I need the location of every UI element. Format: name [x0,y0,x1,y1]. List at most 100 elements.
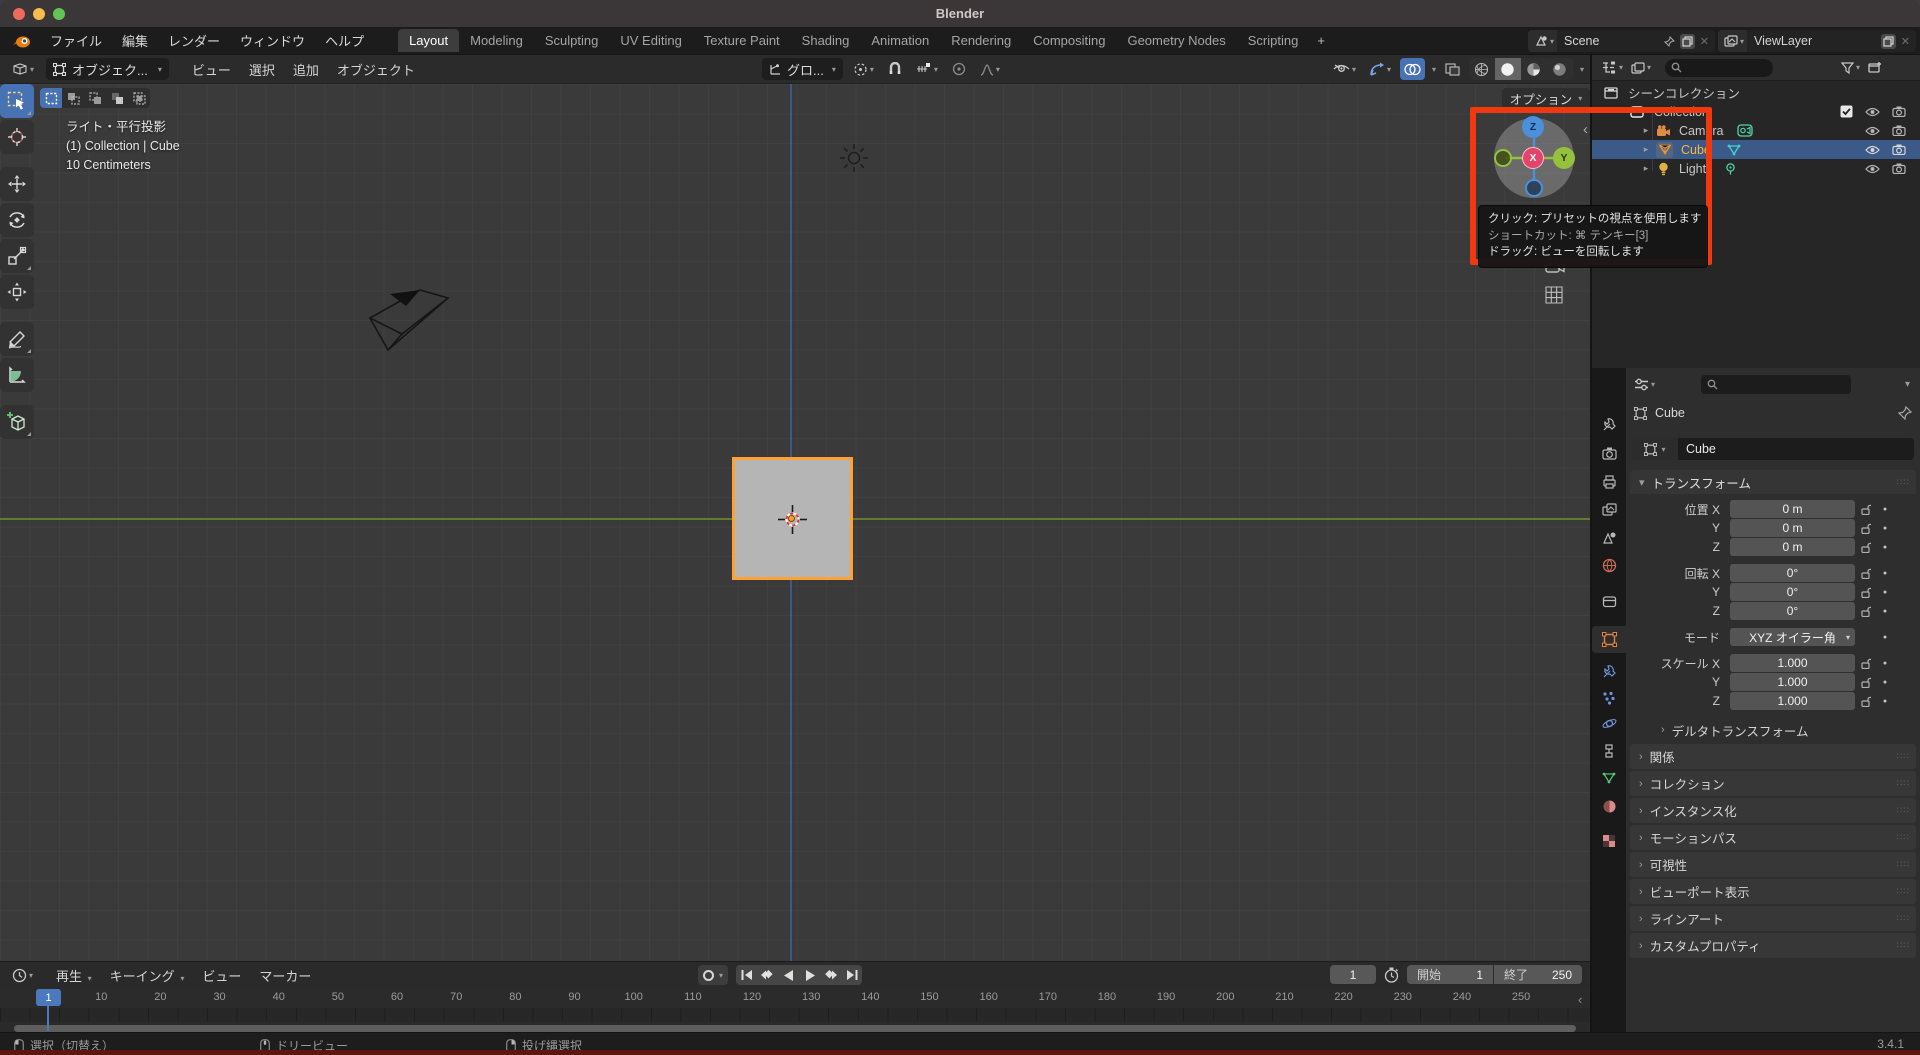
animate-dot-icon[interactable]: ● [1877,660,1893,667]
location-z-input[interactable]: 0 m [1730,538,1855,556]
tab-animation[interactable]: Animation [860,29,940,52]
breadcrumb-object-name[interactable]: Cube [1655,406,1685,420]
current-frame-input[interactable]: 1 [1330,965,1376,984]
timeline-track-area[interactable] [0,1008,1590,1022]
eye-icon[interactable] [1865,145,1880,155]
scene-collection-label[interactable]: シーンコレクション [1628,83,1740,102]
rotation-z-input[interactable]: 0° [1730,602,1855,620]
scale-y-input[interactable]: 1.000 [1730,673,1855,691]
viewlayer-selector[interactable]: ▾ ViewLayer ✕ [1718,30,1916,52]
tab-texture-paint[interactable]: Texture Paint [693,29,791,52]
menu-keying[interactable]: キーイング ▾ [101,963,194,988]
lock-icon[interactable] [1855,677,1877,688]
animate-dot-icon[interactable]: ● [1877,634,1893,641]
prev-keyframe-button[interactable] [757,965,778,985]
xray-toggle-button[interactable] [1441,58,1464,80]
scene-icon[interactable]: ▾ [1528,30,1558,52]
playhead[interactable]: 1 [36,989,61,1006]
location-y-input[interactable]: 0 m [1730,519,1855,537]
timeline-ruler[interactable]: 1102030405060708090100110120130140150160… [0,988,1590,1008]
transform-orientation-selector[interactable]: グロ... ▾ [762,58,843,80]
panel-relations[interactable]: › 関係 ∷∷ [1630,744,1916,769]
eye-icon[interactable] [1865,107,1880,117]
tab-sculpting[interactable]: Sculpting [534,29,609,52]
tool-measure[interactable] [0,358,34,392]
menu-add[interactable]: 追加 [284,57,328,82]
tab-rendering[interactable]: Rendering [940,29,1022,52]
grid-ortho-icon[interactable] [1545,286,1563,304]
lock-icon[interactable] [1855,504,1877,515]
new-scene-icon[interactable] [1679,33,1695,49]
frame-start-input[interactable]: 開始 1 [1407,965,1493,984]
jump-to-start-button[interactable] [736,965,757,985]
new-collection-button[interactable] [1864,57,1886,79]
animate-dot-icon[interactable]: ● [1877,589,1893,596]
pin-icon[interactable] [1898,406,1912,420]
checkbox-icon[interactable] [1840,105,1853,118]
panel-collections[interactable]: › コレクション ∷∷ [1630,771,1916,796]
next-keyframe-button[interactable] [820,965,841,985]
select-mode-extend-button[interactable] [62,88,84,108]
select-mode-intersect-button[interactable] [128,88,150,108]
animate-dot-icon[interactable]: ● [1877,608,1893,615]
tool-scale[interactable] [0,239,34,273]
animate-dot-icon[interactable]: ● [1877,679,1893,686]
playhead-line[interactable] [47,1006,49,1031]
transform-panel-header[interactable]: ▾ トランスフォーム ∷∷ [1630,470,1916,494]
editor-type-button[interactable]: ▾ [8,58,38,80]
tab-world[interactable] [1592,552,1626,579]
menu-help[interactable]: ヘルプ [315,28,374,53]
panel-line-art[interactable]: › ラインアート ∷∷ [1630,906,1916,931]
select-mode-invert-button[interactable] [106,88,128,108]
render-camera-icon[interactable] [1892,125,1906,136]
drag-handle-icon[interactable]: ∷∷ [1897,805,1910,816]
timeline-editor-type-button[interactable]: ▾ [8,964,37,986]
snap-toggle-button[interactable] [884,58,906,80]
tool-transform[interactable] [0,275,34,309]
select-mode-new-button[interactable] [40,88,62,108]
pin-icon[interactable] [1663,35,1675,47]
stopwatch-icon[interactable] [1384,967,1399,983]
tab-uv-editing[interactable]: UV Editing [609,29,692,52]
tab-shading[interactable]: Shading [791,29,861,52]
region-collapse-icon[interactable]: ‹ [1578,992,1582,1007]
play-reverse-button[interactable] [778,965,799,985]
show-object-types-button[interactable]: ▾ [1329,58,1360,80]
tool-cursor[interactable] [0,120,34,154]
menu-select[interactable]: 選択 [240,57,284,82]
scale-z-input[interactable]: 1.000 [1730,692,1855,710]
rotation-y-input[interactable]: 0° [1730,583,1855,601]
drag-handle-icon[interactable]: ∷∷ [1897,477,1910,488]
object-id-dropdown[interactable]: ▾ [1632,438,1678,460]
lock-icon[interactable] [1855,568,1877,579]
viewport-3d[interactable]: オプション ▾ ライト・平行投影 (1) Collection | Cube 1… [0,84,1590,961]
properties-editor-type-button[interactable]: ▾ [1630,373,1659,395]
properties-search-input[interactable] [1701,374,1852,394]
tab-output[interactable] [1592,468,1626,495]
record-icon[interactable] [703,969,714,981]
location-x-input[interactable]: 0 m [1730,500,1855,518]
eye-icon[interactable] [1865,164,1880,174]
tab-particles[interactable] [1592,684,1626,711]
render-camera-icon[interactable] [1892,144,1906,155]
tab-tool[interactable] [1592,411,1626,438]
lock-icon[interactable] [1855,696,1877,707]
viewlayer-name[interactable]: ViewLayer [1747,34,1881,48]
camera-object[interactable] [368,286,452,358]
jump-to-end-button[interactable] [841,965,862,985]
render-camera-icon[interactable] [1892,106,1906,117]
proportional-falloff-button[interactable]: ▾ [976,58,1004,80]
tab-layout[interactable]: Layout [398,29,460,52]
animate-dot-icon[interactable]: ● [1877,506,1893,513]
frame-end-input[interactable]: 終了 250 [1494,965,1582,984]
shading-solid-button[interactable] [1494,58,1521,80]
drag-handle-icon[interactable]: ∷∷ [1897,940,1910,951]
menu-playback[interactable]: 再生 ▾ [47,963,101,988]
panel-motion-paths[interactable]: › モーションパス ∷∷ [1630,825,1916,850]
options-button[interactable]: オプション ▾ [1502,88,1590,109]
tab-compositing[interactable]: Compositing [1022,29,1116,52]
delta-transform-panel[interactable]: › デルタトランスフォーム [1652,718,1916,742]
tab-scripting[interactable]: Scripting [1237,29,1310,52]
menu-file[interactable]: ファイル [40,28,112,53]
animate-dot-icon[interactable]: ● [1877,698,1893,705]
